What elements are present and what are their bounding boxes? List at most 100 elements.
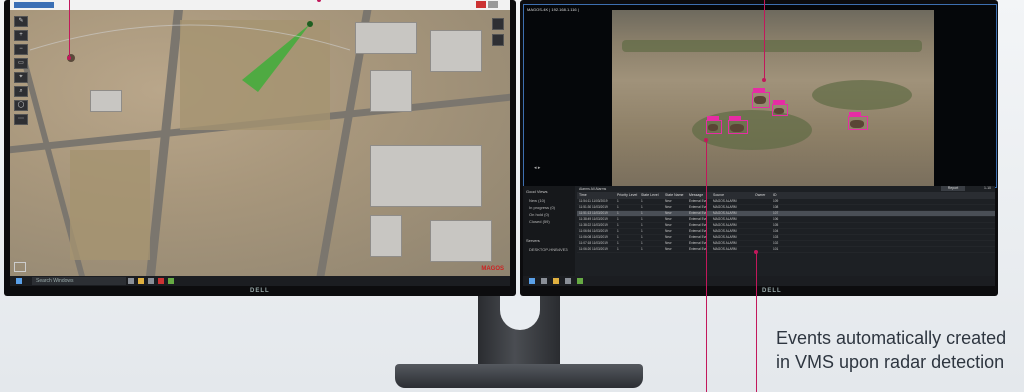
close-button[interactable] — [476, 1, 486, 8]
callout-dot — [762, 78, 766, 82]
maximize-button[interactable] — [488, 1, 498, 8]
map-layers-button[interactable] — [492, 18, 504, 30]
table-cell: 1 — [641, 217, 643, 221]
file-explorer-icon[interactable] — [553, 278, 559, 284]
table-cell: 1 — [617, 241, 619, 245]
app-icon[interactable] — [158, 278, 164, 284]
filter-label: Alarms — [579, 187, 590, 191]
search-tool-button[interactable]: ⌕ — [14, 86, 28, 97]
col-header-id[interactable]: ID — [771, 192, 793, 199]
col-header-state-level[interactable]: State Level — [639, 192, 663, 199]
col-header-source[interactable]: Source — [711, 192, 753, 199]
table-cell: 109 — [773, 199, 779, 203]
table-cell: MAGOS ALARM — [713, 199, 737, 203]
table-cell: 11:06:08 11/03/2019 — [579, 235, 608, 239]
page-info: 1-10 — [983, 186, 991, 190]
sidebar-item-on-hold[interactable]: On hold (0) — [523, 211, 575, 218]
zoom-in-button[interactable]: + — [14, 30, 28, 41]
table-cell: 108 — [773, 205, 779, 209]
col-header-time[interactable]: Time — [577, 192, 615, 199]
table-cell: New — [665, 241, 672, 245]
col-header-message[interactable]: Message — [687, 192, 711, 199]
sidebar-item-new[interactable]: New (10) — [523, 197, 575, 204]
table-cell: 1 — [617, 217, 619, 221]
col-header-state-name[interactable]: State Name — [663, 192, 687, 199]
file-explorer-icon[interactable] — [138, 278, 144, 284]
table-cell: 1 — [641, 241, 643, 245]
app-tab[interactable] — [14, 2, 54, 8]
table-cell: 1 — [617, 211, 619, 215]
col-header-priority[interactable]: Priority Level — [615, 192, 639, 199]
draw-tool-button[interactable]: ✎ — [14, 16, 28, 27]
detection-box — [752, 88, 770, 108]
table-cell: External Eve — [689, 199, 708, 203]
table-cell: MAGOS ALARM — [713, 235, 737, 239]
app-icon[interactable] — [168, 278, 174, 284]
table-cell: 1 — [641, 247, 643, 251]
map-app-titlebar — [10, 0, 510, 10]
zoom-out-button[interactable]: − — [14, 44, 28, 55]
caption-line-2: in VMS upon radar detection — [776, 352, 1005, 372]
table-cell: External Eve — [689, 229, 708, 233]
more-tool-button[interactable]: ⋯ — [14, 114, 28, 125]
radar-position-icon[interactable] — [307, 21, 313, 27]
table-cell: MAGOS ALARM — [713, 241, 737, 245]
table-cell — [753, 199, 771, 204]
radar-overlay — [29, 21, 351, 92]
table-cell: New — [665, 235, 672, 239]
sidebar-item-in-progress[interactable]: In progress (0) — [523, 204, 575, 211]
table-cell: 11:51:30 11/03/2019 — [579, 205, 608, 209]
table-cell: External Eve — [689, 217, 708, 221]
minimap-toggle-icon[interactable] — [14, 262, 26, 272]
callout-dot — [67, 56, 71, 60]
app-icon[interactable] — [577, 278, 583, 284]
table-cell: 107 — [773, 211, 779, 215]
table-body: 11:54:11 11/03/2019 1 1 New External Eve MAGO… — [577, 199, 995, 253]
locate-tool-button[interactable]: ⌖ — [14, 72, 28, 83]
camera-feed[interactable] — [612, 10, 934, 186]
callout-line — [756, 252, 757, 392]
detection-box — [706, 116, 722, 134]
report-button[interactable]: Report — [941, 186, 965, 191]
table-cell: MAGOS ALARM — [713, 229, 737, 233]
magos-logo: MAGOS — [481, 266, 504, 272]
windows-start-icon[interactable] — [16, 278, 22, 284]
taskbar-search-input[interactable]: Search Windows — [32, 277, 126, 285]
table-cell — [753, 211, 771, 216]
servers-title: Servers — [526, 238, 540, 243]
server-item[interactable]: DESKTOP-HNB4VE3 — [523, 246, 575, 253]
table-cell: 103 — [773, 235, 779, 239]
filter-value: All Alarms — [590, 187, 607, 191]
table-row[interactable]: 11:06:20 11/03/2019 1 1 New External Eve MAGO… — [577, 247, 995, 253]
callout-dot — [754, 250, 758, 254]
store-icon[interactable] — [148, 278, 154, 284]
table-cell — [753, 205, 771, 210]
callout-dot — [704, 138, 708, 142]
task-view-icon[interactable] — [541, 278, 547, 284]
table-cell: External Eve — [689, 211, 708, 215]
map-settings-button[interactable] — [492, 34, 504, 46]
sidebar-item-closed[interactable]: Closed (59) — [523, 218, 575, 225]
store-icon[interactable] — [565, 278, 571, 284]
table-cell: 1 — [617, 199, 619, 203]
right-taskbar — [523, 276, 995, 286]
table-cell: 1 — [617, 247, 619, 251]
camera-controls[interactable]: ◂ ▸ — [534, 165, 540, 171]
layer-tool-button[interactable]: ▭ — [14, 58, 28, 69]
caption: Events automatically created in VMS upon… — [776, 326, 1006, 374]
circle-tool-button[interactable]: ◯ — [14, 100, 28, 111]
table-cell — [753, 229, 771, 234]
table-cell: 1 — [641, 199, 643, 203]
vms-alarm-panel: Good Views New (10) In progress (0) On h… — [523, 186, 995, 276]
satellite-map[interactable]: ✎ + − ▭ ⌖ ⌕ ◯ ⋯ MAGOS — [10, 10, 510, 276]
col-header-owner[interactable]: Owner — [753, 192, 771, 199]
table-cell: New — [665, 205, 672, 209]
table-cell: 11:38:22 11/03/2019 — [579, 223, 608, 227]
table-cell: 11:51:13 11/03/2019 — [579, 211, 608, 215]
table-cell: MAGOS ALARM — [713, 217, 737, 221]
monitor-stand-base — [395, 364, 643, 388]
table-cell: External Eve — [689, 241, 708, 245]
windows-start-icon[interactable] — [529, 278, 535, 284]
task-view-icon[interactable] — [128, 278, 134, 284]
table-cell: 1 — [641, 223, 643, 227]
